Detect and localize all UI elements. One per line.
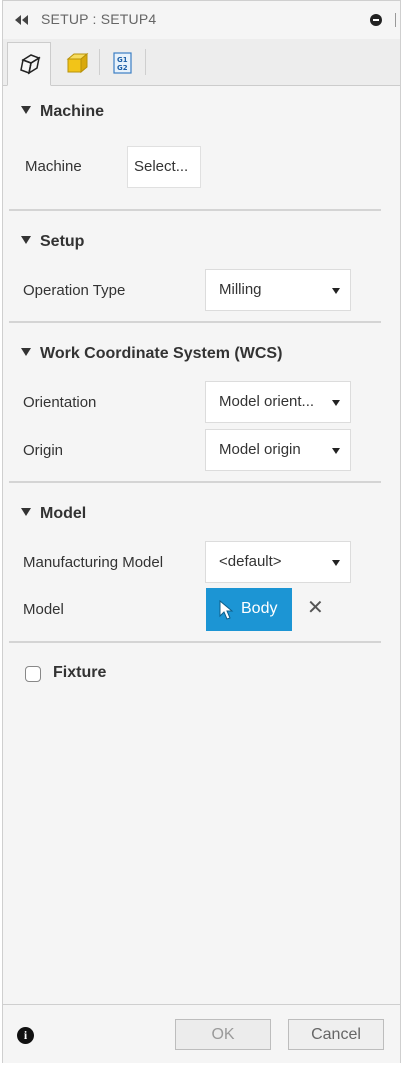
dropdown-value: Model orient... [219, 393, 315, 410]
manufacturing-model-dropdown[interactable]: <default> [205, 541, 351, 583]
orientation-label: Orientation [23, 394, 97, 411]
tab-bar: G1 G2 [3, 39, 400, 86]
collapse-triangle-icon [21, 236, 31, 244]
dialog-footer: i OK Cancel [3, 1004, 400, 1063]
tab-post-process[interactable]: G1 G2 [101, 42, 145, 85]
cursor-arrow-icon [219, 600, 234, 620]
resize-grip[interactable] [395, 13, 396, 27]
dropdown-value: Milling [219, 281, 262, 298]
double-left-chevron-icon[interactable] [13, 14, 29, 26]
dropdown-value: Model origin [219, 441, 301, 458]
origin-label: Origin [23, 442, 64, 459]
section-header-model[interactable]: Model [21, 505, 86, 523]
section-divider [9, 481, 381, 483]
cancel-button[interactable]: Cancel [288, 1019, 384, 1050]
svg-text:G2: G2 [117, 64, 128, 72]
section-header-wcs[interactable]: Work Coordinate System (WCS) [21, 345, 282, 363]
model-body-select-button[interactable]: Body [206, 588, 292, 631]
dropdown-value: <default> [219, 553, 282, 570]
section-title: Work Coordinate System (WCS) [40, 345, 283, 362]
setup-box-outline-icon [20, 54, 41, 75]
tab-separator [145, 49, 146, 75]
machine-select-button[interactable]: Select... [127, 146, 201, 188]
g1-g2-icon: G1 G2 [113, 52, 132, 74]
stock-yellow-box-icon [66, 52, 89, 74]
model-label: Model [23, 601, 64, 618]
collapse-triangle-icon [21, 508, 31, 516]
clear-selection-icon[interactable]: ✕ [307, 598, 324, 618]
orientation-dropdown[interactable]: Model orient... [205, 381, 351, 423]
dropdown-arrow-icon [332, 448, 340, 454]
tab-stock[interactable] [55, 42, 99, 85]
minus-circle-icon[interactable] [370, 14, 382, 26]
section-title: Setup [40, 233, 85, 250]
section-header-setup[interactable]: Setup [21, 233, 84, 251]
body-button-label: Body [241, 600, 278, 617]
section-divider [9, 321, 381, 323]
section-divider [9, 209, 381, 211]
tab-setup[interactable] [7, 42, 51, 86]
manufacturing-model-label: Manufacturing Model [23, 554, 164, 571]
panel-title: SETUP : SETUP4 [41, 11, 157, 27]
collapse-triangle-icon [21, 348, 31, 356]
machine-label: Machine [25, 158, 82, 175]
ok-button[interactable]: OK [175, 1019, 271, 1050]
fixture-checkbox[interactable] [25, 666, 41, 682]
section-title: Machine [40, 103, 105, 120]
operation-type-label: Operation Type [23, 282, 126, 299]
section-title: Model [40, 505, 87, 522]
section-header-machine[interactable]: Machine [21, 103, 104, 121]
section-divider [9, 641, 381, 643]
setup-panel: SETUP : SETUP4 G1 G2 Machine Machine Sel… [2, 0, 401, 1063]
info-icon[interactable]: i [17, 1027, 34, 1044]
dropdown-arrow-icon [332, 560, 340, 566]
dropdown-arrow-icon [332, 400, 340, 406]
collapse-triangle-icon [21, 106, 31, 114]
operation-type-dropdown[interactable]: Milling [205, 269, 351, 311]
title-bar: SETUP : SETUP4 [3, 1, 400, 40]
origin-dropdown[interactable]: Model origin [205, 429, 351, 471]
svg-text:G1: G1 [117, 56, 128, 64]
fixture-label: Fixture [53, 664, 107, 681]
tab-separator [99, 49, 100, 75]
dropdown-arrow-icon [332, 288, 340, 294]
